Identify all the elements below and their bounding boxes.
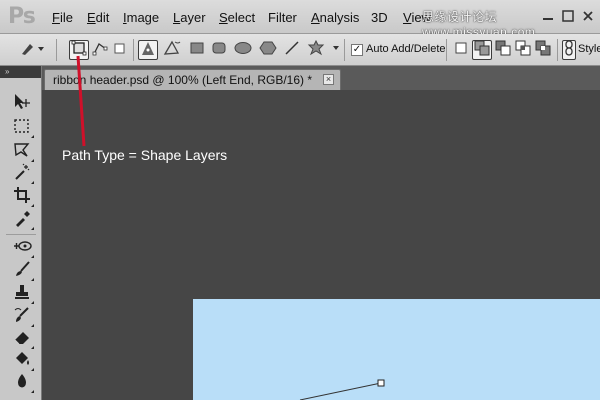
document-canvas[interactable] <box>193 299 600 400</box>
fill-pixels-button[interactable] <box>109 40 129 60</box>
polygon-shape-button[interactable] <box>258 40 278 60</box>
paint-bucket-tool[interactable] <box>11 350 34 373</box>
rounded-rectangle-button[interactable] <box>209 40 229 60</box>
history-brush-icon <box>13 306 31 329</box>
exclude-overlap-button[interactable] <box>533 40 553 60</box>
magic-wand-tool[interactable] <box>11 163 34 186</box>
ellipse-shape-button[interactable] <box>233 40 253 60</box>
freeform-pen-icon <box>163 39 181 62</box>
tool-preset-picker[interactable] <box>16 40 46 60</box>
new-layer-mode-icon <box>454 41 468 60</box>
menu-analysis[interactable]: Analysis <box>311 10 359 25</box>
annotation-label: Path Type = Shape Layers <box>62 147 228 163</box>
document-tab-strip: ribbon header.psd @ 100% (Left End, RGB/… <box>42 66 600 90</box>
minimize-button[interactable] <box>540 8 556 24</box>
shape-layers-button[interactable] <box>69 40 89 60</box>
crop-tool[interactable] <box>11 186 34 209</box>
add-to-shape-button[interactable] <box>472 40 492 60</box>
eyedropper-icon <box>13 209 31 232</box>
subtract-from-shape-button[interactable] <box>493 40 513 60</box>
line-icon <box>284 40 300 61</box>
rectangle-icon <box>189 40 205 61</box>
style-label: Style <box>578 43 600 55</box>
document-tab-title: ribbon header.psd @ 100% (Left End, RGB/… <box>53 73 313 87</box>
paint-bucket-icon <box>13 350 31 373</box>
options-bar: ✓ Auto Add/Delete Style <box>0 34 600 66</box>
crop-icon <box>13 186 31 209</box>
shape-layers-icon <box>71 40 87 61</box>
brush-icon <box>13 260 31 283</box>
paths-icon <box>92 40 108 61</box>
add-to-area-icon <box>474 40 490 61</box>
auto-add-delete-label: Auto Add/Delete <box>366 43 446 55</box>
paths-mode-button[interactable] <box>90 40 110 60</box>
intersect-area-icon <box>515 40 531 61</box>
menu-image[interactable]: Image <box>123 10 159 25</box>
eraser-tool[interactable] <box>11 328 34 351</box>
exclude-overlap-icon <box>535 40 551 61</box>
auto-add-delete-checkbox[interactable]: ✓ <box>351 44 363 56</box>
custom-shape-button[interactable] <box>306 39 342 62</box>
new-shape-layer-button[interactable] <box>451 40 471 60</box>
eyedropper-tool[interactable] <box>11 209 34 232</box>
rectangle-shape-button[interactable] <box>187 40 207 60</box>
polygon-icon <box>259 40 277 61</box>
link-icon <box>564 39 574 61</box>
history-brush-tool[interactable] <box>11 306 34 329</box>
spot-healing-tool[interactable] <box>11 237 34 260</box>
clone-stamp-icon <box>13 283 31 306</box>
intersect-shape-button[interactable] <box>513 40 533 60</box>
rectangular-marquee-icon <box>13 117 31 140</box>
photoshop-logo: Ps <box>8 4 36 29</box>
marquee-tool[interactable] <box>11 117 34 140</box>
menu-file[interactable]: File <box>52 10 73 25</box>
pen-tool-button[interactable] <box>138 40 158 60</box>
blur-icon <box>13 372 31 395</box>
menu-3d[interactable]: 3D <box>371 10 388 25</box>
menu-filter[interactable]: Filter <box>268 10 297 25</box>
spot-healing-icon <box>12 237 32 260</box>
document-tab[interactable]: ribbon header.psd @ 100% (Left End, RGB/… <box>44 69 342 90</box>
menu-edit[interactable]: Edit <box>87 10 109 25</box>
freeform-pen-button[interactable] <box>162 40 182 60</box>
pen-tool-icon <box>18 39 44 62</box>
rounded-rectangle-icon <box>211 40 227 61</box>
move-icon <box>12 92 32 117</box>
lasso-icon <box>13 141 31 164</box>
blur-tool[interactable] <box>11 372 34 395</box>
brush-tool[interactable] <box>11 260 34 283</box>
close-tab-icon[interactable]: × <box>323 74 335 85</box>
custom-shape-icon <box>307 39 341 62</box>
maximize-button[interactable] <box>560 8 576 24</box>
fill-pixels-icon <box>111 40 127 61</box>
close-window-button[interactable] <box>580 8 596 24</box>
menu-select[interactable]: Select <box>219 10 255 25</box>
lasso-tool[interactable] <box>11 141 34 164</box>
double-chevron-icon: » <box>5 67 10 76</box>
menu-bar: Ps File Edit Image Layer Select Filter A… <box>0 0 600 39</box>
toolbox-collapse-handle[interactable]: » <box>0 66 41 78</box>
link-style-button[interactable] <box>562 39 576 61</box>
menu-layer[interactable]: Layer <box>173 10 206 25</box>
move-tool[interactable] <box>11 93 33 115</box>
subtract-area-icon <box>495 40 511 61</box>
ellipse-icon <box>234 40 252 61</box>
line-shape-button[interactable] <box>282 40 302 60</box>
document-workspace[interactable] <box>42 90 600 400</box>
magic-wand-icon <box>13 163 31 186</box>
clone-stamp-tool[interactable] <box>11 283 34 306</box>
pen-icon <box>139 39 157 62</box>
eraser-icon <box>13 328 31 351</box>
